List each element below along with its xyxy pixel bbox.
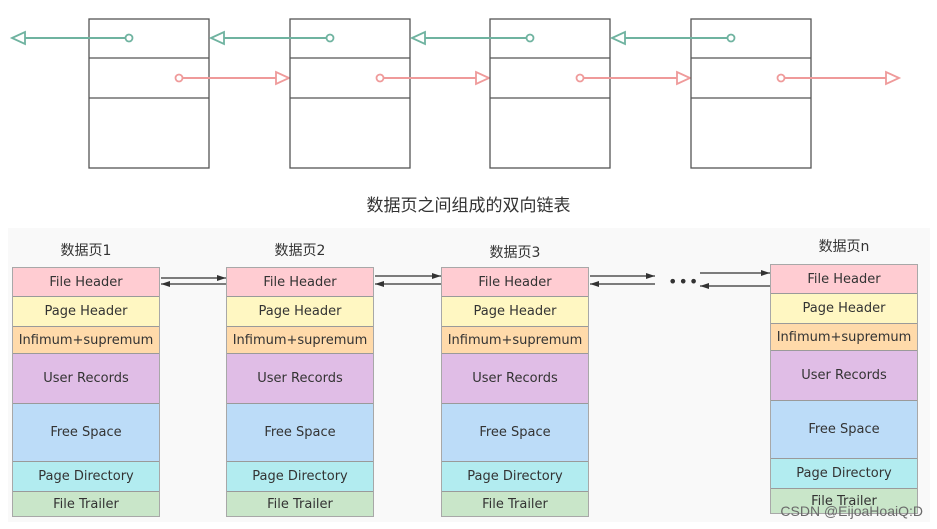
- next-pointer-arrowhead: [885, 70, 902, 86]
- segment-free-space: Free Space: [771, 401, 917, 459]
- segment-page-header: Page Header: [771, 294, 917, 324]
- data-page: File Header Page Header Infimum+supremum Us…: [770, 264, 918, 514]
- segment-page-header: Page Header: [442, 297, 588, 327]
- segment-file-header: File Header: [771, 265, 917, 294]
- prev-pointer-arrowhead: [208, 30, 225, 46]
- segment-free-space: Free Space: [227, 404, 373, 462]
- segment-page-directory: Page Directory: [771, 459, 917, 489]
- segment-user-records: User Records: [442, 354, 588, 404]
- page-title: 数据页n: [818, 239, 870, 255]
- prev-pointer-origin: [525, 33, 535, 43]
- segment-page-directory: Page Directory: [442, 462, 588, 492]
- next-pointer-origin: [174, 73, 184, 83]
- segment-page-header: Page Header: [227, 297, 373, 327]
- prev-pointer-arrowhead: [609, 30, 626, 46]
- segment-infimum-supremum: Infimum+supremum: [227, 327, 373, 354]
- list-node-box: [690, 18, 812, 169]
- next-pointer-arrowhead: [475, 70, 492, 86]
- list-node-box: [489, 18, 611, 169]
- segment-user-records: User Records: [227, 354, 373, 404]
- next-pointer-origin: [375, 73, 385, 83]
- next-pointer-arrowhead: [275, 70, 292, 86]
- segment-user-records: User Records: [771, 351, 917, 401]
- next-pointer-origin: [776, 73, 786, 83]
- prev-pointer-origin: [325, 33, 335, 43]
- page-title: 数据页1: [60, 243, 112, 259]
- prev-pointer-arrowhead: [409, 30, 426, 46]
- data-page: File Header Page Header Infimum+supremum Us…: [12, 267, 160, 517]
- ellipsis: •••: [668, 272, 700, 291]
- watermark: CSDN @EijoaHoaiQ:D: [780, 503, 923, 519]
- segment-file-trailer: File Trailer: [227, 492, 373, 516]
- page-title: 数据页3: [489, 245, 541, 261]
- segment-page-directory: Page Directory: [227, 462, 373, 492]
- segment-file-header: File Header: [227, 268, 373, 297]
- segment-free-space: Free Space: [442, 404, 588, 462]
- prev-pointer-arrowhead: [9, 30, 26, 46]
- page-title: 数据页2: [274, 243, 326, 259]
- segment-infimum-supremum: Infimum+supremum: [771, 324, 917, 351]
- data-page: File Header Page Header Infimum+supremum Us…: [441, 267, 589, 517]
- segment-file-trailer: File Trailer: [442, 492, 588, 516]
- segment-file-header: File Header: [442, 268, 588, 297]
- segment-infimum-supremum: Infimum+supremum: [13, 327, 159, 354]
- diagram-caption: 数据页之间组成的双向链表: [366, 196, 571, 216]
- next-pointer-arrowhead: [676, 70, 693, 86]
- segment-file-header: File Header: [13, 268, 159, 297]
- list-node-box: [88, 18, 210, 169]
- next-pointer-origin: [575, 73, 585, 83]
- segment-user-records: User Records: [13, 354, 159, 404]
- list-node-box: [289, 18, 411, 169]
- segment-infimum-supremum: Infimum+supremum: [442, 327, 588, 354]
- segment-page-header: Page Header: [13, 297, 159, 327]
- data-page: File Header Page Header Infimum+supremum Us…: [226, 267, 374, 517]
- segment-file-trailer: File Trailer: [13, 492, 159, 516]
- prev-pointer-origin: [124, 33, 134, 43]
- segment-free-space: Free Space: [13, 404, 159, 462]
- prev-pointer-origin: [726, 33, 736, 43]
- segment-page-directory: Page Directory: [13, 462, 159, 492]
- doubly-linked-list-diagram: [9, 18, 902, 169]
